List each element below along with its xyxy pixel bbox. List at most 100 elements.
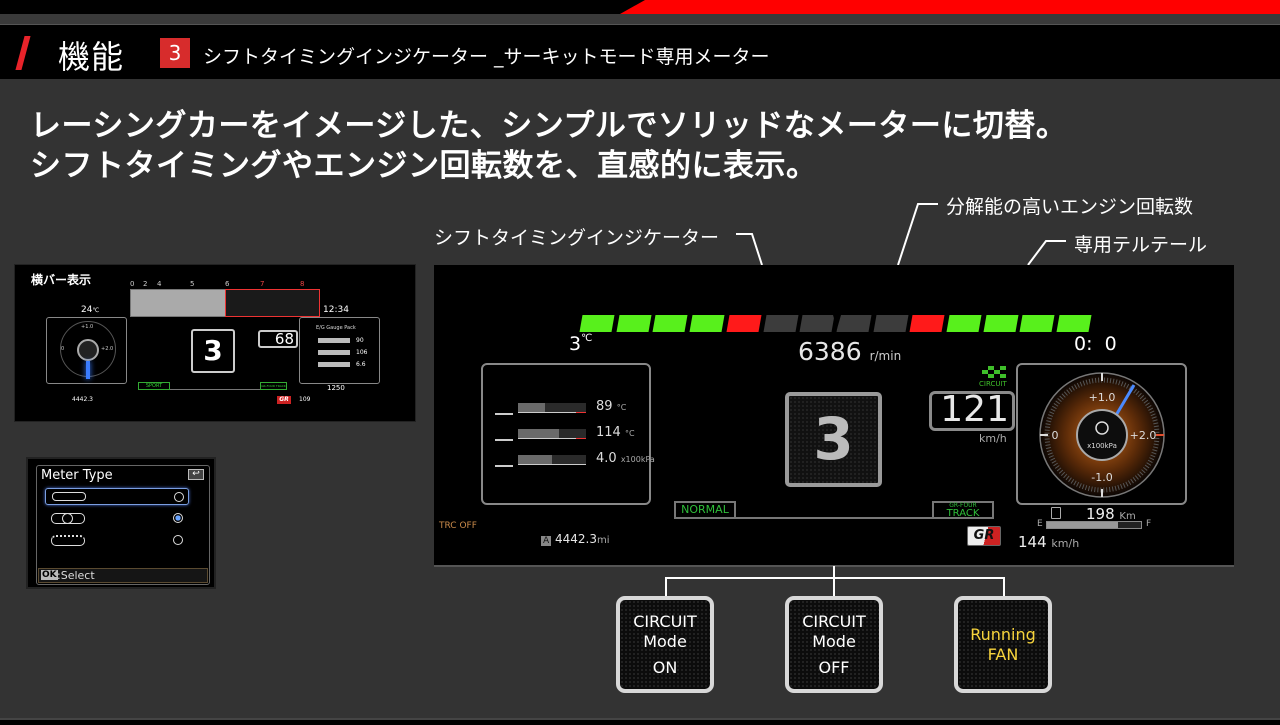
fuel-gauge-fill	[1047, 522, 1118, 528]
tile-line2: Mode	[643, 631, 687, 651]
oil-temp-icon	[495, 427, 513, 441]
preview-label: 横バー表示	[31, 273, 92, 287]
shift-segment-gray	[836, 315, 872, 332]
gauge-unit: °C	[616, 403, 627, 412]
coolant-temp-icon	[495, 401, 513, 415]
radio-unselected[interactable]	[174, 492, 184, 502]
shift-segment-gray	[799, 315, 835, 332]
rpm-tick: 7	[260, 280, 265, 288]
turbo-icon	[1076, 409, 1128, 461]
tile-circuit-mode-off: CIRCUIT Mode OFF	[785, 596, 883, 693]
rpm-tick: 8	[300, 280, 305, 288]
shift-segment-green	[579, 315, 615, 332]
turbo-icon	[77, 339, 99, 361]
tile-running-fan: Running FAN	[954, 596, 1052, 693]
temp-unit: ℃	[92, 307, 100, 314]
range: 1250	[327, 384, 345, 392]
gauge-value: 4.0 x100kPa	[596, 451, 655, 466]
shift-segment-red	[726, 315, 762, 332]
meter-option-horizontal-bar[interactable]	[45, 488, 189, 505]
meter-type-panel: Meter Type ↩ OK :Select	[36, 465, 210, 585]
connector-line	[1003, 577, 1005, 597]
tile-line3: ON	[652, 657, 678, 677]
circuit-meter-icon	[51, 535, 85, 546]
gauge-row: 89 °C	[483, 399, 649, 421]
leader-line-shift	[736, 233, 763, 266]
shift-segment-red	[909, 315, 945, 332]
odometer-value: 4442.3	[72, 396, 93, 403]
mode-sport: SPORT	[138, 382, 170, 390]
speed-display: 68	[258, 330, 298, 348]
tile-circuit-mode-on: CIRCUIT Mode ON	[616, 596, 714, 693]
temp-value: 24	[81, 305, 93, 315]
fuel-empty-label: E	[1037, 519, 1043, 529]
gauge-bar	[318, 362, 350, 367]
radio-selected[interactable]	[173, 513, 183, 523]
gear-indicator: 3	[191, 329, 235, 373]
menu-title: Meter Type	[41, 468, 113, 483]
checkered-flag-icon	[980, 365, 1008, 379]
odometer-value: 4442.3	[555, 532, 597, 546]
connector-line	[665, 577, 1005, 579]
circuit-mode-meter: 3℃ 6386 r/min 0: 0 89 °C 114 °C 4.0 x100kP…	[434, 265, 1234, 567]
rpm-tick: 4	[157, 280, 162, 288]
gauge-unit: x100kPa	[620, 455, 655, 464]
gauge-pack-panel: E/G Gauge Pack 90 106 6.6	[299, 317, 380, 384]
gauge-unit: °C	[624, 429, 635, 438]
oil-pressure-icon	[495, 453, 513, 467]
footer-label: :Select	[57, 569, 95, 582]
menu-footer: OK :Select	[38, 568, 208, 583]
shift-center-marker	[833, 315, 841, 329]
gauge-bar-fill	[518, 455, 552, 464]
gauge-redline	[576, 412, 586, 413]
meter-option-circuit[interactable]	[45, 532, 189, 549]
return-icon[interactable]: ↩	[188, 469, 204, 480]
gauge-row: 114 °C	[483, 425, 649, 447]
clock: 12:34	[323, 305, 349, 315]
boost-gauge: x100kPa +1.0 0 +2.0 -1.0	[1039, 372, 1165, 498]
rpm-bar-redzone	[225, 289, 320, 317]
meter-option-circular[interactable]	[45, 510, 189, 527]
gauge-bar	[318, 350, 350, 355]
bottom-band	[0, 718, 1280, 725]
odometer-badge: A	[541, 536, 552, 546]
shift-segment-gray	[763, 315, 798, 332]
speed-display: 121	[929, 391, 1015, 431]
gauge-pack-title: E/G Gauge Pack	[316, 325, 356, 331]
trc-off-telltale: TRC OFF	[439, 521, 477, 531]
horizontal-bar-meter-icon	[52, 492, 86, 501]
leader-line-rpm	[897, 203, 938, 266]
shift-segment-green	[1019, 315, 1055, 332]
outside-temp: 3℃	[569, 333, 592, 355]
tile-line1: Running	[970, 624, 1036, 644]
radio-unselected[interactable]	[173, 535, 183, 545]
shift-segment-green	[1056, 315, 1092, 332]
boost-unit: x100kPa	[1087, 442, 1117, 450]
fuel-gauge	[1046, 521, 1142, 529]
engine-rpm: 6386 r/min	[798, 337, 901, 366]
speed-unit: km/h	[979, 432, 1007, 445]
horizontal-bar-meter-preview: 横バー表示 0 2 4 5 6 7 8 24℃ 12:34 +1.0 0 +2.…	[14, 264, 416, 422]
shift-segment-green	[616, 315, 652, 332]
ok-key-icon: OK	[41, 570, 58, 580]
rpm-tick: 2	[143, 280, 148, 288]
drive-mode-normal: NORMAL	[674, 501, 736, 519]
gauge-value: 90	[356, 337, 364, 344]
boost-label-top: +1.0	[1089, 391, 1116, 404]
rpm-unit: r/min	[869, 349, 902, 363]
tile-line2: Mode	[812, 631, 856, 651]
gr-logo: GR	[967, 526, 1001, 546]
gauge-redline	[576, 438, 586, 439]
gauge-row: 4.0 x100kPa	[483, 451, 655, 473]
circular-meter-icon	[51, 513, 85, 524]
avg-speed: 109	[299, 396, 311, 403]
boost-label-right: +2.0	[1130, 429, 1157, 442]
leader-line-telltale	[1027, 240, 1066, 266]
awd-mode-line2: TRACK	[946, 508, 980, 519]
engine-gauges-panel: 89 °C 114 °C 4.0 x100kPa	[481, 363, 655, 505]
fuel-full-label: F	[1146, 519, 1152, 529]
gear-indicator: 3	[785, 392, 882, 487]
shift-segment-green	[946, 315, 982, 332]
gauge-bar-track	[518, 403, 586, 413]
callout-leader-lines	[736, 203, 1066, 266]
